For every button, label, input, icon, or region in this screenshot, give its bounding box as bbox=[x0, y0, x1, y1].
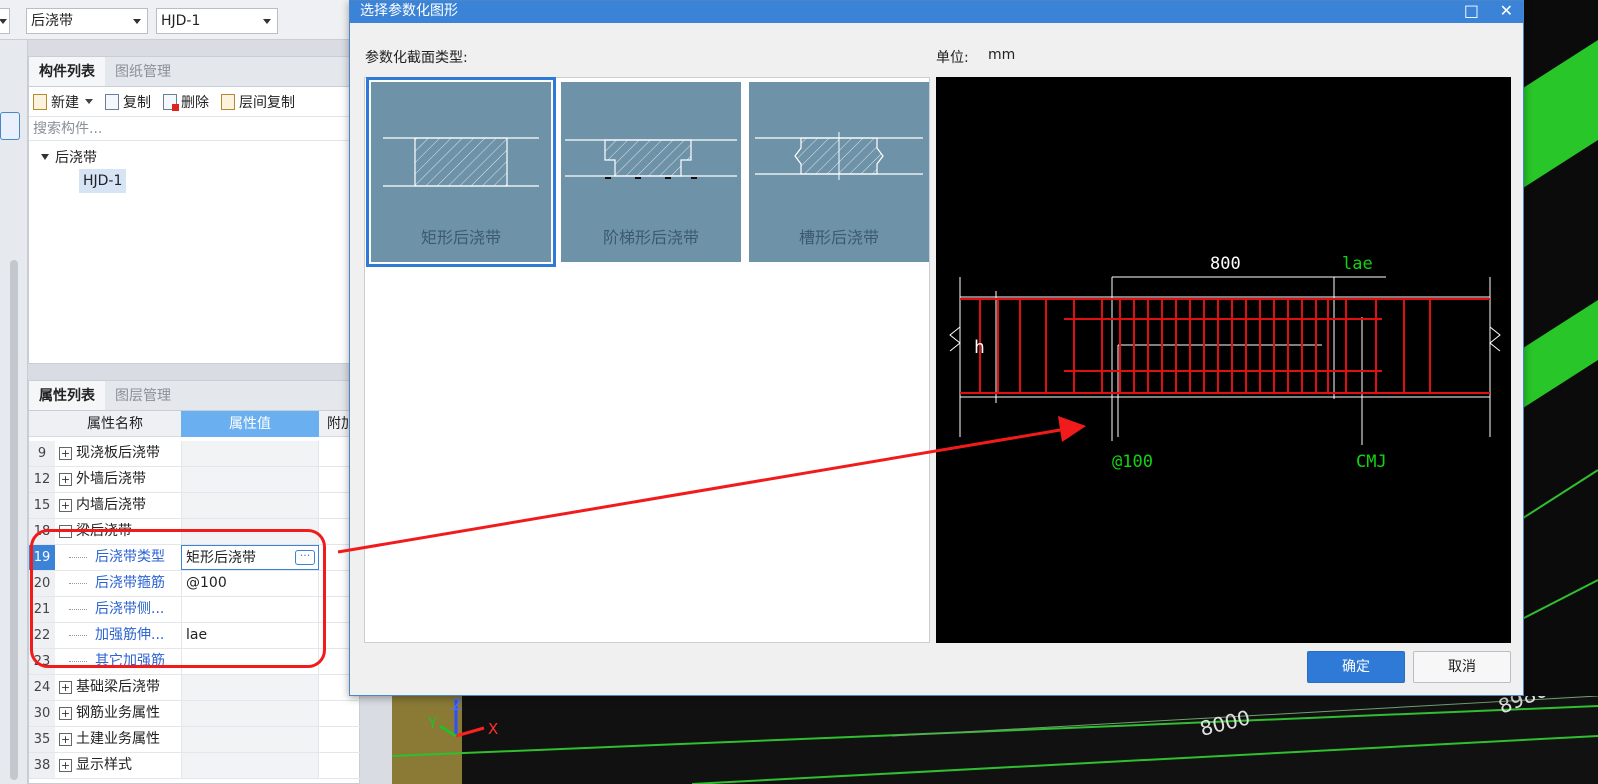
annotation-arrowhead bbox=[1058, 416, 1086, 442]
annotation-arrow bbox=[337, 426, 1073, 554]
annotation-arrow-layer bbox=[337, 416, 1086, 554]
